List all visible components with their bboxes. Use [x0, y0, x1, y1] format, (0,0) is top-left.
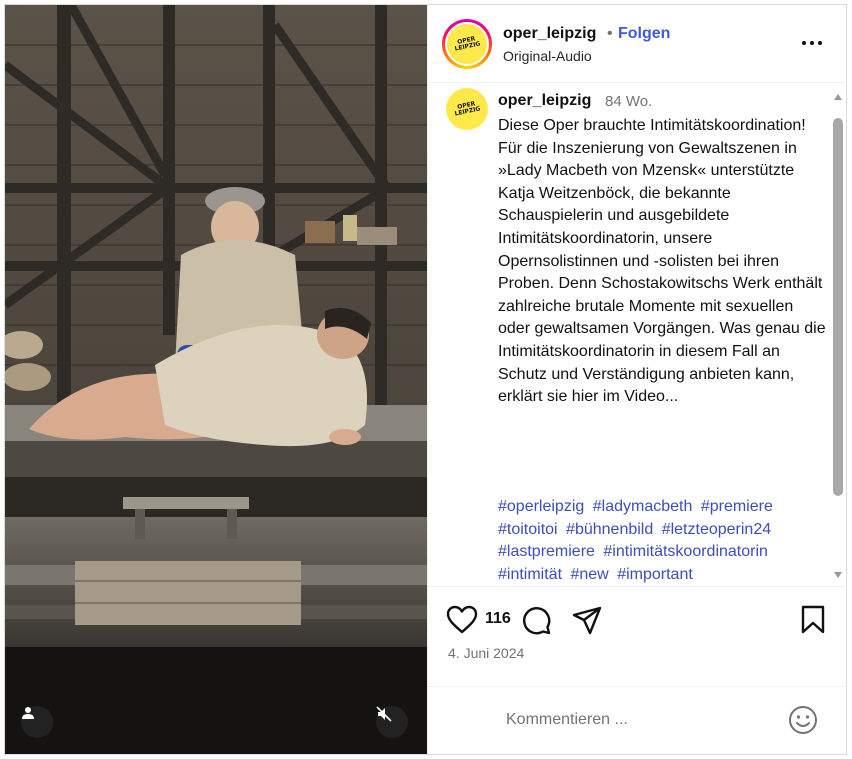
scroll-up-arrow-icon[interactable] [834, 94, 842, 100]
comment-input[interactable] [506, 709, 766, 731]
heart-icon [446, 605, 478, 634]
story-ring[interactable]: OPER LEIPZIG [442, 19, 492, 69]
hashtag[interactable]: #toitoitoi [498, 521, 558, 538]
hashtag[interactable]: #intimitätskoordinatorin [603, 543, 768, 560]
scrollbar-thumb[interactable] [833, 118, 843, 496]
caption-username[interactable]: oper_leipzig [498, 92, 591, 110]
post-header: OPER LEIPZIG oper_leipzig • Folgen Origi… [428, 5, 847, 83]
mute-toggle-button[interactable] [376, 706, 408, 738]
hashtag[interactable]: #intimität [498, 566, 562, 583]
more-options-button[interactable] [798, 29, 826, 57]
caption-section: OPER LEIPZIG oper_leipzig 84 Wo. Diese O… [428, 84, 847, 586]
caption-avatar[interactable]: OPER LEIPZIG [446, 88, 488, 130]
like-count[interactable]: 116 [485, 610, 511, 628]
opera-logo-small: OPER LEIPZIG [454, 100, 481, 118]
user-tag-icon [22, 707, 34, 719]
hashtags: #operleipzig #ladymacbeth #premiere #toi… [498, 496, 828, 586]
audio-label[interactable]: Original-Audio [503, 48, 592, 64]
hashtag[interactable]: #operleipzig [498, 498, 584, 515]
scroll-down-arrow-icon[interactable] [834, 572, 842, 578]
follow-button[interactable]: Folgen [618, 25, 670, 43]
caption-scrollbar[interactable] [832, 84, 844, 586]
post-dialog: OPER LEIPZIG oper_leipzig • Folgen Origi… [4, 4, 847, 755]
avatar[interactable]: OPER LEIPZIG [445, 22, 489, 66]
mute-icon [376, 706, 392, 722]
bookmark-icon [801, 605, 825, 634]
like-button[interactable] [446, 605, 478, 640]
emoji-icon [789, 706, 817, 734]
emoji-button[interactable] [788, 705, 818, 740]
video-player[interactable] [5, 5, 427, 754]
caption-text: Diese Oper brauchte Intimitätskoordinati… [498, 117, 826, 406]
post-date[interactable]: 4. Juni 2024 [448, 645, 524, 661]
comment-button[interactable] [521, 605, 551, 640]
hashtag[interactable]: #bühnenbild [566, 521, 653, 538]
header-separator: • [607, 25, 613, 42]
video-frame [5, 5, 427, 754]
action-bar: 116 4. Juni 2024 [428, 586, 847, 686]
opera-logo: OPER LEIPZIG [454, 35, 481, 53]
share-button[interactable] [572, 605, 602, 640]
header-username[interactable]: oper_leipzig [503, 25, 596, 43]
comment-composer [428, 686, 847, 754]
hashtag[interactable]: #letzteoperin24 [662, 521, 771, 538]
hashtag[interactable]: #lastpremiere [498, 543, 595, 560]
hashtag[interactable]: #ladymacbeth [593, 498, 693, 515]
share-icon [572, 606, 602, 635]
hashtag[interactable]: #important [617, 566, 693, 583]
hashtag[interactable]: #premiere [701, 498, 773, 515]
hashtag[interactable]: #new [570, 566, 608, 583]
caption-timestamp[interactable]: 84 Wo. [605, 93, 652, 110]
more-horizontal-icon [802, 41, 822, 45]
tagged-users-button[interactable] [21, 706, 53, 738]
comment-icon [523, 607, 551, 635]
post-details-panel: OPER LEIPZIG oper_leipzig • Folgen Origi… [427, 5, 847, 754]
save-button[interactable] [800, 605, 826, 640]
